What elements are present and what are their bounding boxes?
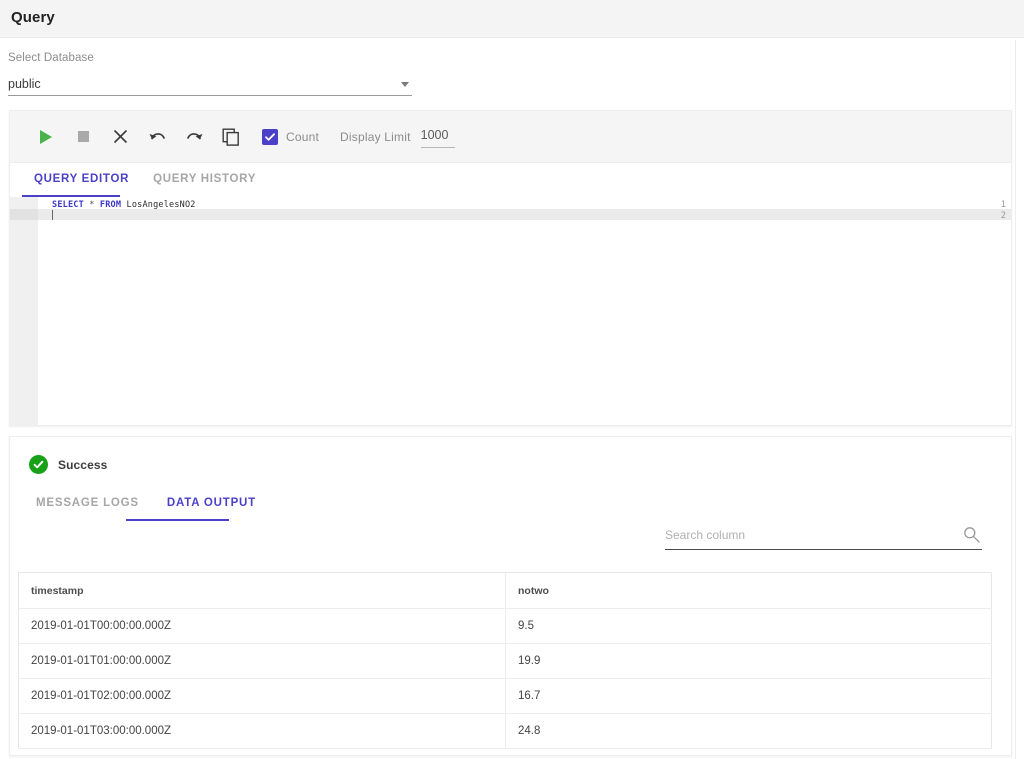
search-input-placeholder: Search column [665, 528, 745, 542]
checkmark-icon [32, 458, 45, 471]
table-body: 2019-01-01T00:00:00.000Z 9.5 2019-01-01T… [19, 609, 992, 749]
copy-icon [222, 128, 240, 146]
sql-table-identifier: LosAngelesNO2 [127, 200, 196, 210]
tab-message-logs[interactable]: MESSAGE LOGS [22, 497, 153, 509]
editor-toolbar: Count Display Limit 1000 [10, 111, 1011, 163]
cell-notwo: 9.5 [506, 609, 992, 644]
sql-code-editor[interactable]: 1 2 SELECT * FROM LosAngelesNO2 [10, 197, 1011, 425]
chevron-down-icon [401, 82, 409, 87]
tab-data-output[interactable]: DATA OUTPUT [153, 497, 270, 509]
text-cursor [52, 210, 53, 220]
tab-query-editor[interactable]: QUERY EDITOR [22, 163, 141, 197]
table-header: timestamp notwo [19, 573, 992, 609]
close-x-icon [112, 128, 129, 145]
display-limit-label: Display Limit [340, 130, 411, 144]
count-checkbox-label: Count [286, 130, 319, 144]
page-scrollbar-track[interactable] [1015, 40, 1016, 759]
cell-timestamp: 2019-01-01T00:00:00.000Z [19, 609, 506, 644]
run-query-button[interactable] [29, 120, 63, 154]
database-select-value: public [8, 77, 41, 91]
query-editor-card: Count Display Limit 1000 QUERY EDITOR QU… [9, 110, 1012, 426]
database-select-label: Select Database [8, 52, 412, 64]
table-row[interactable]: 2019-01-01T00:00:00.000Z 9.5 [19, 609, 992, 644]
sql-keyword-from: FROM [100, 200, 121, 210]
table-header-row: timestamp notwo [19, 573, 992, 609]
display-limit-input[interactable]: 1000 [421, 126, 455, 148]
redo-arrow-icon [185, 128, 204, 145]
search-column-group: Search column [665, 526, 982, 550]
line-number: 1 [1001, 200, 1006, 210]
clear-query-button[interactable] [103, 120, 137, 154]
database-select[interactable]: public [8, 75, 412, 96]
line-number-gutter [10, 197, 38, 425]
cell-timestamp: 2019-01-01T01:00:00.000Z [19, 644, 506, 679]
cell-timestamp: 2019-01-01T03:00:00.000Z [19, 714, 506, 749]
sql-code-line: SELECT * FROM LosAngelesNO2 [52, 200, 196, 210]
cell-notwo: 16.7 [506, 679, 992, 714]
stop-query-button[interactable] [66, 120, 100, 154]
page-title: Query [11, 9, 55, 26]
check-circle-icon [29, 455, 48, 474]
results-tabs: MESSAGE LOGS DATA OUTPUT [22, 497, 270, 509]
cell-notwo: 24.8 [506, 714, 992, 749]
active-line-highlight [38, 209, 1011, 220]
cell-notwo: 19.9 [506, 644, 992, 679]
data-output-table: timestamp notwo 2019-01-01T00:00:00.000Z… [18, 572, 992, 749]
app-header: Query [0, 0, 1024, 38]
table-row[interactable]: 2019-01-01T03:00:00.000Z 24.8 [19, 714, 992, 749]
gutter-active-line-highlight [10, 209, 38, 220]
column-header-timestamp[interactable]: timestamp [19, 573, 506, 609]
cell-timestamp: 2019-01-01T02:00:00.000Z [19, 679, 506, 714]
editor-tabs: QUERY EDITOR QUERY HISTORY [10, 163, 1011, 197]
undo-button[interactable] [140, 120, 174, 154]
line-number: 2 [1001, 211, 1006, 221]
redo-button[interactable] [177, 120, 211, 154]
database-select-group: Select Database public [8, 52, 412, 96]
status-text: Success [58, 458, 107, 472]
status-badge: Success [29, 455, 107, 474]
sql-keyword-select: SELECT [52, 200, 84, 210]
stop-icon [78, 131, 89, 142]
active-results-tab-indicator [126, 519, 229, 521]
checkmark-icon [264, 131, 276, 143]
search-icon[interactable] [963, 526, 980, 548]
undo-arrow-icon [148, 128, 167, 145]
display-limit-value: 1000 [421, 128, 449, 142]
tab-query-history[interactable]: QUERY HISTORY [141, 163, 268, 197]
count-checkbox[interactable] [262, 129, 278, 145]
table-row[interactable]: 2019-01-01T02:00:00.000Z 16.7 [19, 679, 992, 714]
table-row[interactable]: 2019-01-01T01:00:00.000Z 19.9 [19, 644, 992, 679]
column-header-notwo[interactable]: notwo [506, 573, 992, 609]
play-icon [40, 130, 52, 144]
search-input[interactable]: Search column [665, 526, 982, 550]
copy-button[interactable] [214, 120, 248, 154]
